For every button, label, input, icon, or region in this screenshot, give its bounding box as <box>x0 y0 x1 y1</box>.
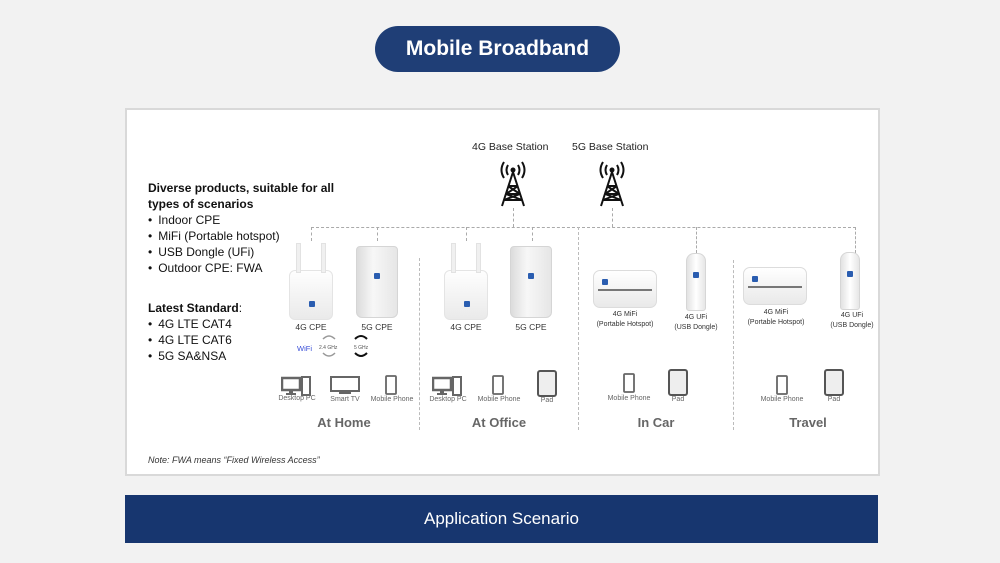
product-subname: (USB Dongle) <box>674 324 718 331</box>
section-banner: Application Scenario <box>125 495 878 543</box>
product-subname: (Portable Hotspot) <box>596 321 654 328</box>
connector-line <box>311 227 312 241</box>
4g-mifi-device <box>743 267 807 305</box>
product-subname: (Portable Hotspot) <box>747 319 805 326</box>
standard-colon: : <box>238 301 243 315</box>
connector-line <box>311 227 856 228</box>
wifi-signal-icon <box>354 335 368 340</box>
tablet-icon <box>668 369 688 396</box>
connector-line <box>466 227 467 241</box>
device-label: Pad <box>671 396 685 403</box>
product-item: USB Dongle (UFi) <box>148 244 358 260</box>
device-label: Pad <box>827 396 841 403</box>
scenario-divider <box>578 227 579 430</box>
4g-mifi-device <box>593 270 657 308</box>
product-item: MiFi (Portable hotspot) <box>148 228 358 244</box>
tablet-icon <box>537 370 557 397</box>
connector-line <box>377 227 378 241</box>
device-label: Pad <box>540 397 554 404</box>
product-name: 4G MiFi <box>763 309 789 316</box>
smart-tv-icon <box>330 376 360 394</box>
product-name: 4G UFi <box>684 314 708 321</box>
wifi-signal-icon <box>322 352 336 357</box>
scenario-title: Travel <box>789 415 827 430</box>
connector-line <box>696 227 697 253</box>
4g-ufi-device <box>840 252 860 310</box>
device-label: Mobile Phone <box>477 396 521 403</box>
mobile-phone-icon <box>623 373 635 393</box>
page-title: Mobile Broadband <box>375 26 620 72</box>
cell-tower-icon <box>500 161 526 207</box>
product-label: 5G CPE <box>515 322 547 332</box>
product-label: 4G MiFi (Portable Hotspot) <box>736 308 816 328</box>
standard-heading: Latest Standard <box>148 301 239 315</box>
product-item: Indoor CPE <box>148 212 358 228</box>
device-label: Mobile Phone <box>760 396 804 403</box>
wifi-label: WiFi <box>297 344 312 353</box>
product-name: 4G UFi <box>840 312 864 319</box>
mobile-phone-icon <box>385 375 397 395</box>
tablet-icon <box>824 369 844 396</box>
scenario-title: In Car <box>637 415 675 430</box>
device-label: Desktop PC <box>429 396 467 403</box>
product-label: 4G UFi (USB Dongle) <box>666 313 726 333</box>
4g-cpe-device <box>289 243 333 320</box>
4g-cpe-device <box>444 243 488 320</box>
product-label: 4G UFi (USB Dongle) <box>822 311 882 331</box>
scenario-title: At Office <box>471 415 527 430</box>
device-label: Mobile Phone <box>607 395 651 402</box>
mobile-phone-icon <box>776 375 788 395</box>
product-subname: (USB Dongle) <box>830 322 874 329</box>
desktop-pc-icon <box>432 376 462 396</box>
mobile-phone-icon <box>492 375 504 395</box>
product-name: 4G MiFi <box>612 311 638 318</box>
4g-ufi-device <box>686 253 706 311</box>
connector-line <box>513 208 514 227</box>
product-label: 5G CPE <box>361 322 393 332</box>
product-label: 4G CPE <box>450 322 482 332</box>
scenario-divider <box>733 260 734 430</box>
connector-line <box>612 208 613 227</box>
footnote: Note: FWA means “Fixed Wireless Access” <box>148 455 320 465</box>
wifi-signal-icon <box>354 352 368 357</box>
5g-cpe-device <box>510 246 552 318</box>
product-list: Indoor CPE MiFi (Portable hotspot) USB D… <box>148 212 358 276</box>
device-label: Mobile Phone <box>370 396 414 403</box>
product-label: 4G CPE <box>295 322 327 332</box>
intro-heading: Diverse products, suitable for all types… <box>148 181 335 211</box>
scenario-title: At Home <box>317 415 371 430</box>
device-label: Desktop PC <box>278 395 316 402</box>
connector-line <box>532 227 533 241</box>
scenario-divider <box>419 258 420 430</box>
cell-tower-icon <box>599 161 625 207</box>
base-station-4g-label: 4G Base Station <box>472 141 549 153</box>
product-label: 4G MiFi (Portable Hotspot) <box>585 310 665 330</box>
base-station-5g-label: 5G Base Station <box>572 141 649 153</box>
device-label: Smart TV <box>330 396 360 403</box>
desktop-pc-icon <box>281 376 311 396</box>
connector-line <box>855 227 856 253</box>
5g-cpe-device <box>356 246 398 318</box>
wifi-signal-icon <box>322 335 336 340</box>
